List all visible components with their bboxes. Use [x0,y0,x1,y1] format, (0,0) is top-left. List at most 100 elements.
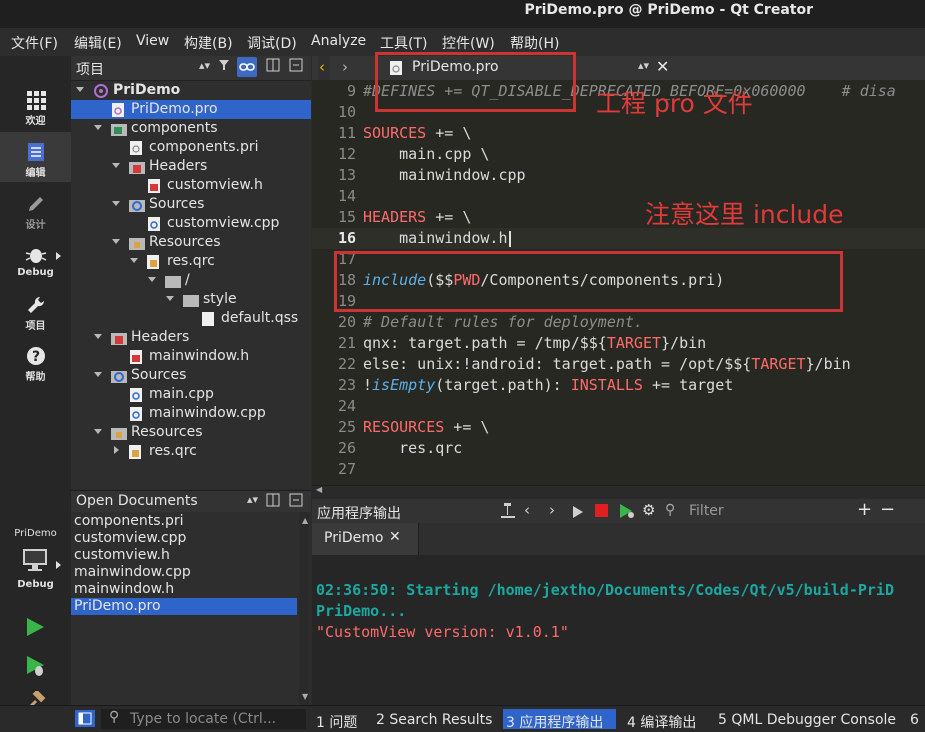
menu-build[interactable]: 构建(B) [184,33,233,53]
run-button[interactable] [24,616,46,642]
chevron-down-icon[interactable] [112,239,120,244]
code-line[interactable]: HEADERS += \ [363,207,471,228]
mode-help[interactable]: ? 帮助 [0,346,71,383]
chevron-down-icon[interactable] [148,277,156,282]
debug-run-icon[interactable] [619,503,635,523]
mode-edit[interactable]: 编辑 [0,142,71,179]
add-icon[interactable]: + [857,499,872,520]
tree-item-components-pri[interactable]: components.pri [149,138,258,157]
forward-arrow-icon[interactable]: › [342,58,348,76]
pane-application-output[interactable]: 3 应用程序输出 [506,712,603,732]
tree-item-sources[interactable]: Sources [131,366,186,385]
chevron-down-icon[interactable] [94,125,102,130]
chevron-down-icon[interactable] [112,163,120,168]
rerun-icon[interactable] [572,504,584,523]
close-icon[interactable]: ✕ [389,529,401,545]
tree-item-customview-h[interactable]: customview.h [167,176,263,195]
menu-view[interactable]: View [136,33,169,49]
chevron-down-icon[interactable] [76,87,84,92]
open-doc-item[interactable]: components.pri [74,513,183,530]
output-tab-pridemo[interactable]: PriDemo ✕ [312,523,419,555]
tree-item-customview-cpp[interactable]: customview.cpp [167,214,279,233]
open-doc-item[interactable]: PriDemo.pro [74,598,161,615]
menu-file[interactable]: 文件(F) [11,33,58,53]
mode-projects[interactable]: 项目 [0,295,71,332]
tree-item-style[interactable]: style [203,290,237,309]
chevron-down-icon[interactable] [112,201,120,206]
split-icon[interactable] [266,58,280,76]
tree-item-resources[interactable]: Resources [149,233,221,252]
open-doc-item[interactable]: customview.h [74,547,170,564]
minimize-icon[interactable]: − [880,499,895,520]
tree-item-headers[interactable]: Headers [149,157,207,176]
close-icon[interactable]: ✕ [656,57,669,76]
code-line[interactable]: res.qrc [363,438,462,459]
combo-arrows-icon[interactable]: ▴▾ [199,59,210,72]
pane-qml-debugger-console[interactable]: 5 QML Debugger Console [718,712,896,728]
filter-icon[interactable] [218,58,232,76]
pane-issues[interactable]: 1 问题 [316,712,357,732]
tree-item-main-cpp[interactable]: main.cpp [149,385,214,404]
chevron-down-icon[interactable] [166,296,174,301]
back-arrow-icon[interactable]: ‹ [319,58,325,76]
tree-item-res-qrc[interactable]: res.qrc [149,442,197,461]
code-line[interactable]: RESOURCES += \ [363,417,489,438]
locate-input[interactable]: ⚲ Type to locate (Ctrl... [101,709,306,729]
code-line[interactable]: qnx: target.path = /tmp/$${TARGET}/bin [363,333,706,354]
menu-edit[interactable]: 编辑(E) [74,33,122,53]
tree-item-components[interactable]: components [131,119,218,138]
pane-compile-output[interactable]: 4 编译输出 [627,712,696,732]
tree-item-default-qss[interactable]: default.qss [221,309,298,328]
chevron-down-icon[interactable] [94,372,102,377]
sync-link-button[interactable] [237,57,257,77]
stop-icon[interactable] [595,504,608,517]
code-line[interactable]: !isEmpty(target.path): INSTALLS += targe… [363,375,733,396]
tree-item-headers[interactable]: Headers [131,328,189,347]
chevron-right-icon[interactable] [114,446,119,454]
tree-item-root-prefix[interactable]: / [185,271,190,290]
scrollbar[interactable]: ▲ ▼ [299,512,309,705]
tree-item-pridemo[interactable]: PriDemo [113,81,180,100]
menu-controls[interactable]: 控件(W) [442,33,495,53]
output-filter-input[interactable]: Filter [689,503,724,519]
tree-item-resources[interactable]: Resources [131,423,203,442]
combo-arrows-icon[interactable]: ▴▾ [638,59,649,72]
menu-help[interactable]: 帮助(H) [510,33,559,53]
tree-item-pridemo-pro[interactable]: PriDemo.pro [131,100,218,119]
split-icon[interactable] [266,493,280,511]
open-doc-item[interactable]: mainwindow.h [74,581,174,598]
menu-analyze[interactable]: Analyze [311,33,366,49]
tree-item-res-qrc[interactable]: res.qrc [167,252,215,271]
tree-item-mainwindow-h[interactable]: mainwindow.h [149,347,249,366]
horizontal-scrollbar[interactable]: ◀ [312,485,925,498]
close-pane-icon[interactable] [289,493,303,511]
pane-search-results[interactable]: 2 Search Results [376,712,492,728]
mode-debug[interactable]: Debug [0,245,71,278]
chevron-down-icon[interactable] [94,334,102,339]
tree-item-mainwindow-cpp[interactable]: mainwindow.cpp [149,404,266,423]
mode-welcome[interactable]: 欢迎 [0,90,71,127]
chevron-down-icon[interactable] [94,429,102,434]
code-line[interactable]: SOURCES += \ [363,123,471,144]
menu-debug[interactable]: 调试(D) [247,33,297,53]
code-line[interactable]: mainwindow.h [363,228,511,249]
code-line[interactable]: mainwindow.cpp [363,165,525,186]
next-icon[interactable]: › [549,501,555,519]
prev-icon[interactable]: ‹ [524,501,530,519]
pane-more[interactable]: 6 [910,712,919,728]
code-line[interactable]: else: unix:!android: target.path = /opt/… [363,354,851,375]
close-pane-icon[interactable] [289,58,303,76]
code-line[interactable]: # Default rules for deployment. [363,312,643,333]
chevron-down-icon[interactable] [130,258,138,263]
tree-item-sources[interactable]: Sources [149,195,204,214]
kit-selector[interactable] [22,548,48,576]
settings-gear-icon[interactable]: ⚙ [642,501,655,519]
mode-design[interactable]: 设计 [0,194,71,231]
sidebar-toggle-button[interactable] [75,710,95,727]
attach-icon[interactable] [499,501,517,519]
menu-tools[interactable]: 工具(T) [380,33,427,53]
open-doc-item[interactable]: mainwindow.cpp [74,564,191,581]
combo-arrows-icon[interactable]: ▴▾ [247,493,258,506]
open-doc-item[interactable]: customview.cpp [74,530,186,547]
code-line[interactable]: main.cpp \ [363,144,489,165]
